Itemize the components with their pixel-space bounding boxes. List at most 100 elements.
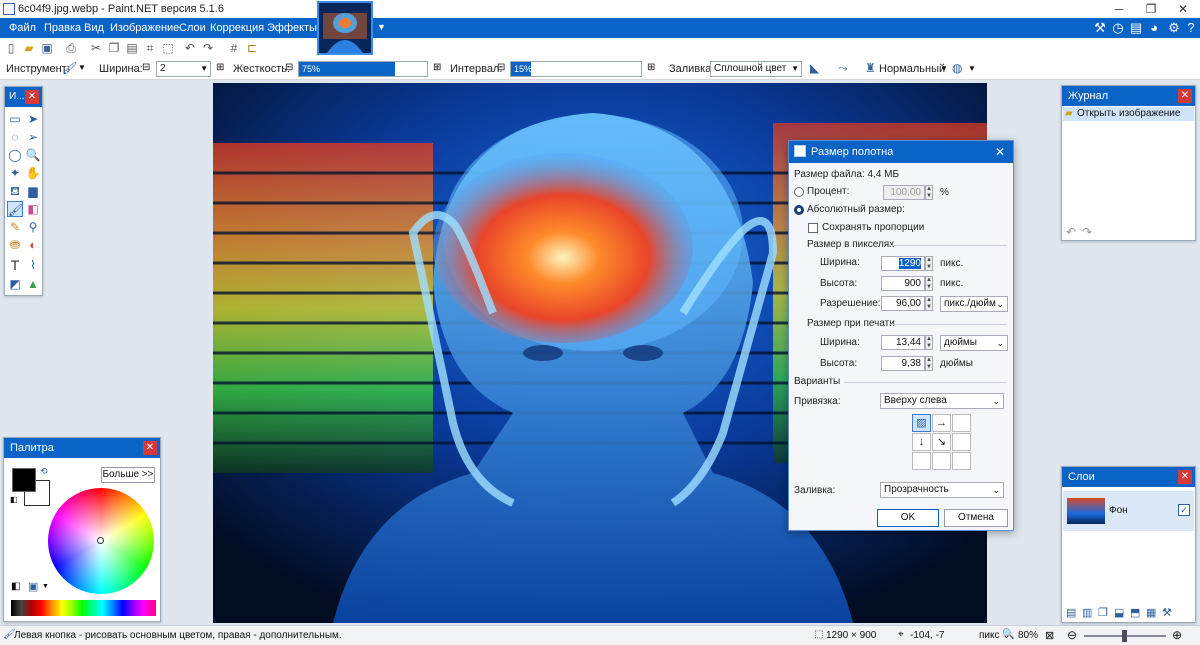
history-item[interactable]: ▰ Открыть изображение	[1063, 107, 1194, 121]
anchor-middle-left[interactable]: ↓	[912, 433, 931, 451]
palette-swatches[interactable]	[11, 600, 156, 616]
chevron-down-icon[interactable]: ▼	[42, 583, 49, 590]
anchor-select[interactable]: Вверху слева ⌄	[880, 393, 1004, 409]
move-layer-up-icon[interactable]: ⬒	[1130, 606, 1140, 619]
gradient-icon[interactable]: ▆	[25, 183, 41, 199]
anchor-middle-right[interactable]	[952, 433, 971, 451]
new-icon[interactable]: ▯	[3, 40, 19, 56]
duplicate-layer-icon[interactable]: ❐	[1098, 606, 1108, 619]
hardness-increase-icon[interactable]: ⊞	[433, 62, 441, 73]
text-icon[interactable]: T	[7, 257, 23, 273]
redo-icon[interactable]: ↷	[200, 40, 216, 56]
close-icon[interactable]: ✕	[25, 90, 39, 104]
selection-mode-icon[interactable]: ◍	[952, 61, 962, 75]
paint-bucket-icon[interactable]: ⛾	[7, 183, 23, 199]
menu-layers[interactable]: Слои	[179, 22, 206, 34]
anchor-bottom-left[interactable]	[912, 452, 931, 470]
palette-icon[interactable]: ◕	[1146, 20, 1162, 36]
delete-layer-icon[interactable]: ▥	[1082, 606, 1092, 619]
menu-edit[interactable]: Правка	[44, 22, 81, 34]
reset-colors-icon[interactable]: ◧	[10, 495, 18, 504]
paintbrush-icon[interactable]: 🖌	[7, 201, 23, 217]
fill-select[interactable]: Сплошной цвет ▼	[710, 61, 802, 77]
zoom-level[interactable]: 80%	[1018, 630, 1038, 641]
zoom-slider[interactable]	[1084, 630, 1166, 642]
zoom-slider-thumb[interactable]	[1122, 630, 1127, 642]
move-selection-icon[interactable]: ➢	[25, 129, 41, 145]
settings-icon[interactable]: ⚙	[1166, 20, 1182, 36]
deselect-icon[interactable]: ⬚	[160, 40, 176, 56]
interval-slider[interactable]: 15%	[510, 61, 642, 77]
blend-mode-dropdown-icon[interactable]: ♜	[865, 61, 876, 75]
resolution-unit-select[interactable]: пикс./дюйм ⌄	[940, 296, 1008, 312]
menu-adjustments[interactable]: Коррекция	[210, 22, 264, 34]
paste-icon[interactable]: ▤	[124, 40, 140, 56]
resolution-field[interactable]: 96,00	[881, 296, 925, 311]
resolution-spinner[interactable]: ▲ ▼	[925, 296, 933, 311]
hardness-slider[interactable]: 75%	[298, 61, 428, 77]
anchor-top-right[interactable]	[952, 414, 971, 432]
anchor-bottom-center[interactable]	[932, 452, 951, 470]
absolute-size-radio[interactable]	[794, 205, 804, 215]
history-undo-icon[interactable]: ↶	[1066, 225, 1076, 239]
shapes-extra-icon[interactable]: ▲	[25, 276, 41, 292]
history-redo-icon[interactable]: ↷	[1082, 225, 1092, 239]
maximize-button[interactable]: ❐	[1135, 0, 1167, 18]
crop-icon[interactable]: ⌗	[142, 40, 158, 56]
print-icon[interactable]: ⎙	[63, 40, 79, 56]
layers-icon[interactable]: ▤	[1128, 20, 1144, 36]
history-icon[interactable]: ◷	[1110, 20, 1126, 36]
chevron-down-icon[interactable]: ▼	[377, 22, 386, 32]
chevron-down-icon[interactable]: ▼	[78, 63, 86, 72]
grid-icon[interactable]: #	[226, 40, 242, 56]
print-width-spinner[interactable]: ▲ ▼	[925, 335, 933, 350]
antialias-icon[interactable]: ◣	[810, 61, 819, 75]
zoom-in-icon[interactable]: ⊕	[1172, 628, 1182, 642]
swap-colors-icon[interactable]: ⟲	[40, 466, 48, 477]
zoom-fit-icon[interactable]: ⊠	[1045, 629, 1054, 642]
layer-row[interactable]: Фон ✓	[1063, 491, 1194, 531]
color-wheel[interactable]	[48, 488, 154, 594]
print-width-unit-select[interactable]: дюймы ⌄	[940, 335, 1008, 351]
anchor-top-left[interactable]: ▨	[912, 414, 931, 432]
close-icon[interactable]: ✕	[1178, 470, 1192, 484]
tools-icon[interactable]: ⚒	[1092, 20, 1108, 36]
ok-button[interactable]: OK	[877, 509, 939, 527]
eraser-icon[interactable]: ◧	[25, 201, 41, 217]
menu-view[interactable]: Вид	[84, 22, 104, 34]
add-layer-icon[interactable]: ▤	[1066, 606, 1076, 619]
keep-ratio-checkbox[interactable]	[808, 223, 818, 233]
cancel-button[interactable]: Отмена	[944, 509, 1008, 527]
blend-mode-icon[interactable]: ⤳	[838, 61, 848, 76]
shapes-icon[interactable]: ◩	[7, 276, 23, 292]
zoom-out-icon[interactable]: ⊖	[1067, 628, 1077, 642]
line-curve-icon[interactable]: ⌇	[25, 257, 41, 273]
percent-field[interactable]: 100,00	[883, 185, 925, 200]
primary-color-swatch[interactable]	[12, 468, 36, 492]
palette-menu-icon[interactable]: ▣	[28, 580, 38, 593]
rectangle-select-icon[interactable]: ▭	[7, 111, 23, 127]
help-icon[interactable]: ?	[1183, 20, 1199, 36]
image-tab-thumbnail[interactable]	[317, 1, 373, 55]
magic-wand-icon[interactable]: ✦	[7, 165, 23, 181]
open-icon[interactable]: ▰	[21, 40, 37, 56]
pixel-width-spinner[interactable]: ▲ ▼	[925, 256, 933, 271]
paintbrush-icon[interactable]: 🖌	[62, 61, 77, 75]
color-picker-icon[interactable]: ⚲	[25, 219, 41, 235]
anchor-bottom-right[interactable]	[952, 452, 971, 470]
dialog-fill-select[interactable]: Прозрачность ⌄	[880, 482, 1004, 498]
anchor-top-center[interactable]: →	[932, 414, 951, 432]
cut-icon[interactable]: ✂	[88, 40, 104, 56]
save-icon[interactable]: ▣	[39, 40, 55, 56]
interval-decrease-icon[interactable]: ⊟	[497, 62, 505, 73]
layer-visibility-checkbox[interactable]: ✓	[1178, 504, 1190, 516]
print-height-field[interactable]: 9,38	[881, 356, 925, 371]
interval-increase-icon[interactable]: ⊞	[647, 62, 655, 73]
close-icon[interactable]: ✕	[1178, 89, 1192, 103]
close-icon[interactable]: ✕	[995, 141, 1005, 163]
blend-mode-value[interactable]: Нормальный	[879, 63, 945, 75]
anchor-center[interactable]: ↘	[932, 433, 951, 451]
more-colors-button[interactable]: Больше >>	[101, 467, 155, 483]
percent-spinner[interactable]: ▲ ▼	[925, 185, 933, 200]
menu-file[interactable]: Файл	[9, 22, 36, 34]
